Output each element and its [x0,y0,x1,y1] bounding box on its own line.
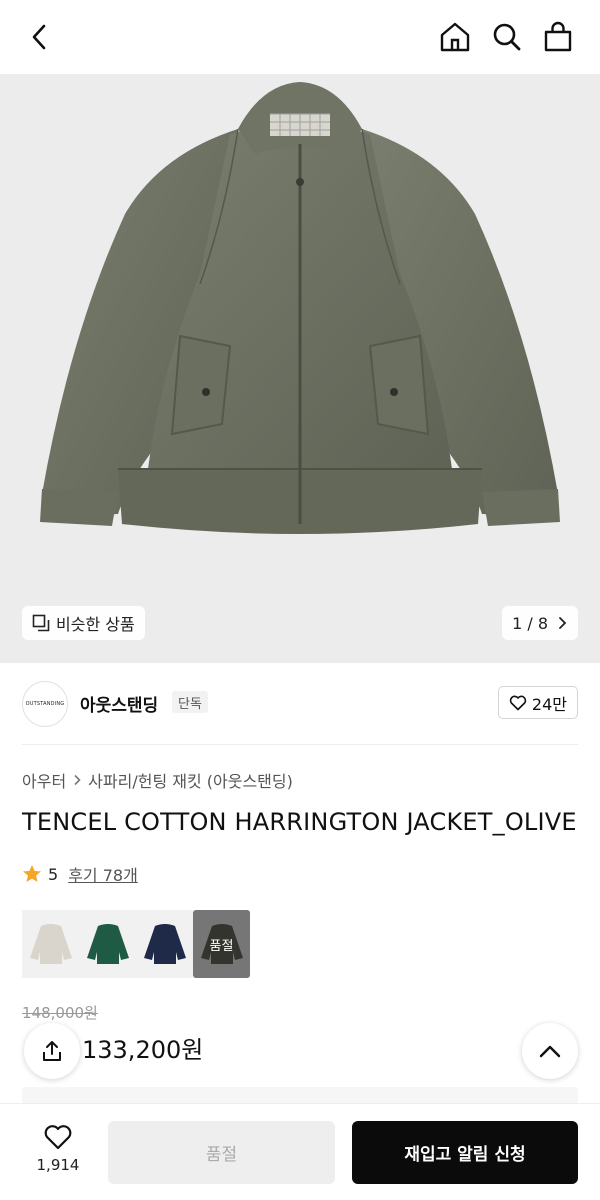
sold-out-overlay: 품절 [193,910,250,978]
heart-icon [509,695,527,710]
product-title: TENCEL COTTON HARRINGTON JACKET_OLIVE [22,808,577,836]
breadcrumb-item-category[interactable]: 사파리/헌팅 재킷 (아웃스탠딩) [88,768,293,792]
brand-name[interactable]: 아웃스탠딩 [80,691,158,716]
sale-price: 133,200원 [82,1036,204,1064]
color-option-green[interactable] [79,910,136,978]
jacket-thumbnail [86,924,129,964]
rating-score: 5 [48,864,59,884]
brand-like-button[interactable]: 24만 [497,686,578,719]
product-image-gallery[interactable] [0,74,600,663]
brand-logo[interactable]: OUTSTANDING [22,681,68,727]
breadcrumb-item-outer[interactable]: 아우터 [22,768,66,792]
similar-items-icon [32,614,50,632]
cart-button[interactable] [538,17,578,57]
home-button[interactable] [435,17,475,57]
shopping-bag-icon [544,21,572,52]
back-button[interactable] [20,17,60,57]
gallery-counter: 1 / 8 [512,613,548,633]
breadcrumb: 아우터 사파리/헌팅 재킷 (아웃스탠딩) [22,768,293,792]
chevron-right-icon [74,774,81,786]
product-page: 비슷한 상품 1 / 8 OUTSTANDING 아웃스탠딩 단독 24만 아우… [0,0,600,1200]
brand-like-count: 24만 [531,694,567,714]
scroll-top-button[interactable] [522,1023,578,1079]
wishlist-button[interactable]: 1,914 [28,1124,88,1174]
chevron-left-icon [32,24,46,50]
review-count-link[interactable]: 후기 78개 [68,862,138,886]
brand-row: OUTSTANDING 아웃스탠딩 단독 24만 [0,663,600,745]
brand-exclusive-tag: 단독 [172,691,208,713]
chevron-up-icon [539,1045,561,1058]
sold-out-button: 품절 [108,1121,335,1184]
heart-icon [44,1125,72,1150]
search-icon [493,23,521,51]
product-image [40,82,560,534]
color-options: 품절 [22,910,250,978]
bottom-action-bar: 1,914 품절 재입고 알림 신청 [0,1103,600,1200]
star-icon [23,865,41,882]
similar-products-button[interactable]: 비슷한 상품 [22,606,145,640]
color-option-olive[interactable]: 품절 [193,910,250,978]
chevron-right-icon [559,617,567,629]
similar-products-label: 비슷한 상품 [56,615,135,634]
home-icon [440,22,470,52]
gallery-counter-button[interactable]: 1 / 8 [502,606,578,640]
search-button[interactable] [487,17,527,57]
top-header [0,0,600,74]
share-icon [43,1041,61,1061]
restock-alert-button[interactable]: 재입고 알림 신청 [352,1121,578,1184]
wishlist-count: 1,914 [36,1156,80,1174]
original-price: 148,000원 [22,1004,98,1022]
jacket-thumbnail [29,924,72,964]
color-option-navy[interactable] [136,910,193,978]
rating-summary[interactable]: 5 후기 78개 [22,862,138,886]
jacket-thumbnail [143,924,186,964]
share-button[interactable] [24,1023,80,1079]
color-option-beige[interactable] [22,910,79,978]
divider [22,744,578,745]
